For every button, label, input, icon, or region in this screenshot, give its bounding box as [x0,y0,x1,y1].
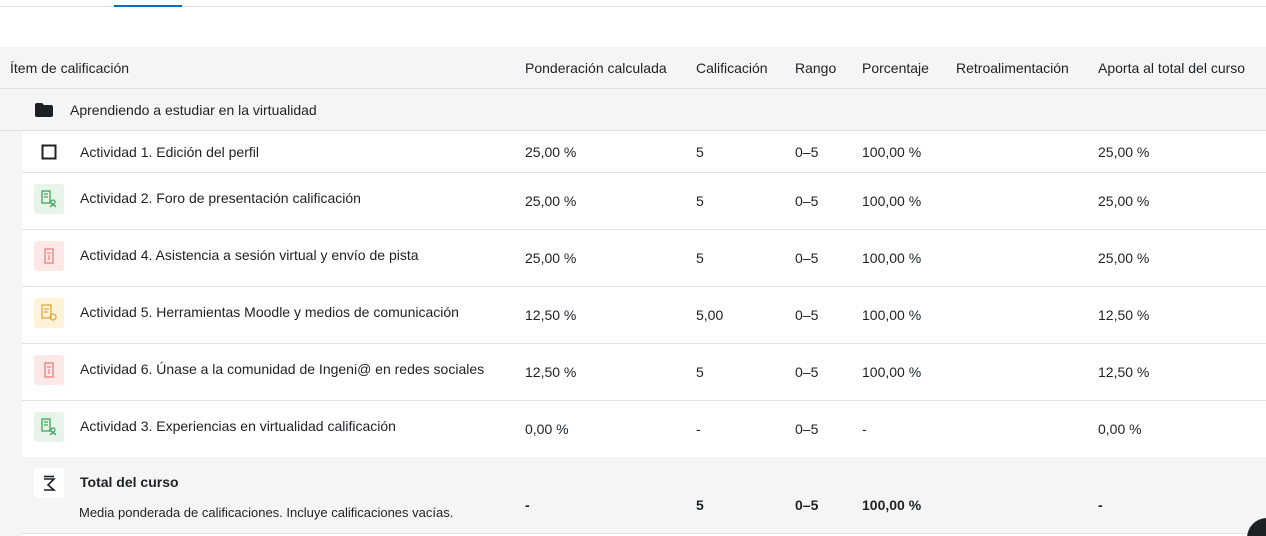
total-contribution-cell: - [1098,497,1103,513]
header-contribution: Aporta al total del curso [1098,60,1246,76]
total-range-cell: 0–5 [795,497,819,513]
table-row: Actividad 1. Edición del perfil 25,00 % … [22,131,1266,173]
course-total-description: Media ponderada de calificaciones. Inclu… [79,505,454,520]
contribution-cell: 25,00 % [1098,143,1150,160]
range-cell: 0–5 [795,193,819,209]
grade-cell: 5 [696,364,704,380]
total-percentage-cell: 100,00 % [862,497,922,513]
header-percentage: Porcentaje [862,60,929,76]
assignment-icon [34,355,64,385]
active-tab-indicator [114,5,182,7]
category-name: Aprendiendo a estudiar en la virtualidad [70,102,317,118]
percentage-cell: 100,00 % [862,364,922,380]
header-feedback: Retroalimentación [956,60,1069,76]
weight-cell: 12,50 % [525,364,577,380]
percentage-cell: 100,00 % [862,193,922,209]
table-row: Actividad 3. Experiencias en virtualidad… [22,401,1266,458]
header-weight: Ponderación calculada [525,60,667,76]
weight-cell: 25,00 % [525,143,577,160]
top-tab-strip [0,0,1266,7]
grade-cell: 5 [696,143,704,160]
total-grade-cell: 5 [696,497,704,513]
grade-item-link[interactable]: Actividad 1. Edición del perfil [80,144,259,160]
table-row: Actividad 6. Únase a la comunidad de Ing… [22,344,1266,401]
percentage-cell: 100,00 % [862,250,922,266]
contribution-cell: 12,50 % [1098,364,1150,380]
range-cell: 0–5 [795,364,819,380]
grade-item-link[interactable]: Actividad 6. Únase a la comunidad de Ing… [80,361,484,377]
percentage-cell: 100,00 % [862,143,922,160]
grade-cell: 5,00 [696,307,724,323]
grade-cell: 5 [696,250,704,266]
range-cell: 0–5 [795,250,819,266]
grade-item-link[interactable]: Actividad 5. Herramientas Moodle y medio… [80,304,459,320]
forum-icon [34,184,64,214]
grade-item-link[interactable]: Actividad 2. Foro de presentación califi… [80,190,361,206]
grade-item-link[interactable]: Actividad 4. Asistencia a sesión virtual… [80,247,419,263]
grade-cell: 5 [696,193,704,209]
contribution-cell: 0,00 % [1098,421,1142,437]
quiz-icon [34,298,64,328]
category-indent-gutter [0,131,22,536]
range-cell: 0–5 [795,307,819,323]
category-row[interactable]: Aprendiendo a estudiar en la virtualidad [0,89,1266,131]
contribution-cell: 12,50 % [1098,307,1150,323]
weight-cell: 0,00 % [525,421,569,437]
weight-cell: 25,00 % [525,250,577,266]
header-range: Rango [795,60,837,76]
range-cell: 0–5 [795,143,819,160]
grade-cell: - [696,421,701,437]
header-item: Ítem de calificación [10,60,130,76]
table-row: Actividad 5. Herramientas Moodle y medio… [22,287,1266,344]
contribution-cell: 25,00 % [1098,250,1150,266]
header-grade: Calificación [696,60,768,76]
forum-icon [34,412,64,442]
total-weight-cell: - [525,497,530,513]
course-total-row: Total del curso Media ponderada de calif… [22,457,1266,534]
contribution-cell: 25,00 % [1098,193,1150,209]
table-row: Actividad 4. Asistencia a sesión virtual… [22,230,1266,287]
range-cell: 0–5 [795,421,819,437]
weight-cell: 12,50 % [525,307,577,323]
folder-icon [29,95,59,125]
percentage-cell: 100,00 % [862,307,922,323]
grade-item-link[interactable]: Actividad 3. Experiencias en virtualidad… [80,418,396,434]
checkbox-icon [34,137,64,167]
course-total-label: Total del curso [80,474,179,490]
table-row: Actividad 2. Foro de presentación califi… [22,173,1266,230]
assignment-icon [34,241,64,271]
percentage-cell: - [862,421,867,437]
weight-cell: 25,00 % [525,193,577,209]
table-header: Ítem de calificación Ponderación calcula… [0,47,1266,89]
sigma-icon [34,468,64,498]
